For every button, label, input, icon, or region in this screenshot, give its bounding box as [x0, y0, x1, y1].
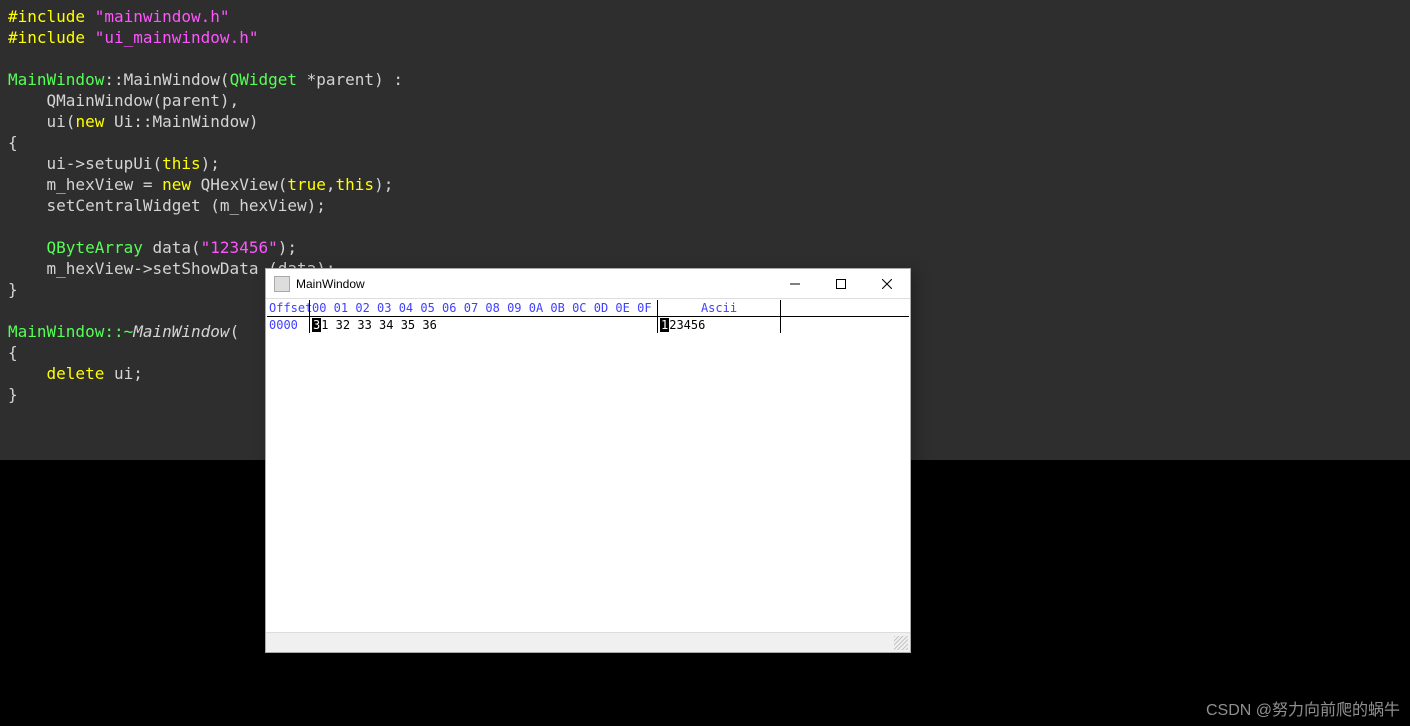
app-icon — [274, 276, 290, 292]
ascii-cursor: 1 — [660, 318, 669, 332]
row-ascii[interactable]: 123456 — [658, 317, 781, 333]
resize-grip-icon[interactable] — [894, 636, 908, 650]
hex-header-row: Offset 00 01 02 03 04 05 06 07 08 09 0A … — [267, 300, 909, 317]
header-offset: Offset — [267, 300, 309, 316]
hex-cursor: 3 — [312, 318, 321, 332]
titlebar[interactable]: MainWindow — [266, 269, 910, 299]
header-bytes: 00 01 02 03 04 05 06 07 08 09 0A 0B 0C 0… — [309, 300, 658, 316]
minimize-button[interactable] — [772, 269, 818, 298]
close-button[interactable] — [864, 269, 910, 298]
watermark: CSDN @努力向前爬的蜗牛 — [1206, 696, 1400, 720]
main-window: MainWindow Offset 00 01 02 03 04 05 06 0… — [265, 268, 911, 653]
hex-row[interactable]: 0000 31 32 33 34 35 36123456 — [267, 317, 909, 333]
row-offset: 0000 — [267, 317, 309, 333]
row-bytes[interactable]: 31 32 33 34 35 36 — [309, 317, 658, 333]
window-title: MainWindow — [296, 277, 772, 291]
window-controls — [772, 269, 910, 298]
maximize-button[interactable] — [818, 269, 864, 298]
statusbar — [266, 632, 910, 652]
hex-view[interactable]: Offset 00 01 02 03 04 05 06 07 08 09 0A … — [266, 299, 910, 632]
header-ascii: Ascii — [658, 300, 781, 316]
hex-body: 0000 31 32 33 34 35 36123456 — [267, 317, 909, 333]
